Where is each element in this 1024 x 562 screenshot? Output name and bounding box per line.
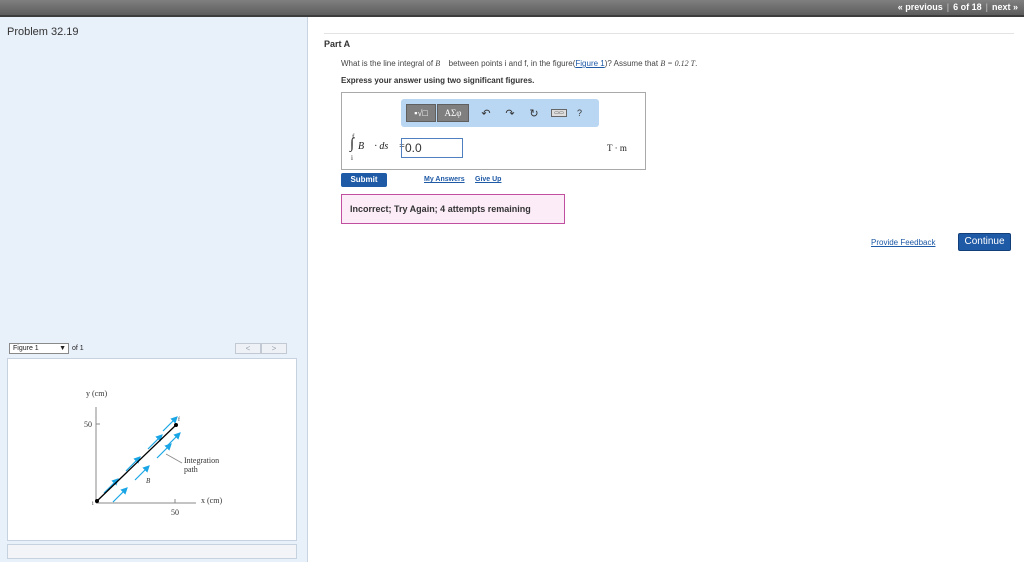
figure-diagram: y (cm) x (cm) 50 50 i f B Integration pa… [84,389,222,517]
answer-unit: T · m [607,143,627,153]
instruction-text: Express your answer using two significan… [341,76,535,85]
figure-select[interactable]: Figure 1 ▼ [9,343,69,354]
y-tick-label: 50 [84,420,92,429]
reset-icon[interactable]: ↻ [527,107,541,120]
undo-icon[interactable]: ↶ [479,107,493,120]
integration-path-line [96,424,177,502]
point-i-label: i [92,501,94,507]
answer-input[interactable]: 0.0 [401,138,463,158]
integral-sign: ∫ [350,136,355,152]
dropdown-arrow-icon: ▼ [59,345,66,352]
previous-link[interactable]: « previous [898,2,943,12]
incorrect-feedback: Incorrect; Try Again; 4 attempts remaini… [341,194,565,224]
continue-button[interactable]: Continue [958,233,1011,251]
separator: | [946,2,950,12]
templates-button[interactable]: ▪√□ [406,104,436,122]
keyboard-icon[interactable]: ▭▭ [551,109,567,117]
question-text: What is the line integral of B⃗ between … [341,59,698,68]
divider [324,33,1014,34]
redo-icon[interactable]: ↷ [503,107,517,120]
figure-count: of 1 [72,345,84,352]
path-label-leader [165,453,183,464]
problem-position: 6 of 18 [953,2,982,12]
main-content: Part A What is the line integral of B⃗ b… [309,17,1024,562]
integration-path-label-line1: Integration [184,456,219,465]
my-answers-link[interactable]: My Answers [424,176,465,183]
integrand: B⃗ · ds⃗ = [358,141,406,152]
figure-link[interactable]: Figure 1 [575,59,604,68]
next-link[interactable]: next » [992,2,1018,12]
greek-symbols-button[interactable]: ΑΣφ [437,104,469,122]
figure-footer [7,544,297,559]
separator: | [985,2,988,12]
give-up-link[interactable]: Give Up [475,176,501,183]
figure-prev-button[interactable]: < [235,343,261,354]
question-pre: What is the line integral of [341,59,434,68]
figure-next-button[interactable]: > [261,343,287,354]
problem-pager: « previous | 6 of 18 | next » [898,2,1018,12]
figure-pager: < > [235,343,287,354]
integration-path-label-line2: path [184,465,198,474]
submit-button[interactable]: Submit [341,173,387,187]
integral-expression: f ∫ i B⃗ · ds⃗ = [350,133,406,163]
point-i [95,499,99,503]
provide-feedback-link[interactable]: Provide Feedback [871,238,935,247]
integration-path-label: Integration path [184,456,221,474]
top-navigation-bar: « previous | 6 of 18 | next » [0,0,1024,17]
point-f-label: f [178,416,180,423]
problem-title: Problem 32.19 [7,26,79,38]
part-title: Part A [324,39,351,49]
math-toolbar: ▪√□ ΑΣφ ↶ ↷ ↻ ▭▭ ? [401,99,599,127]
assume-value: B = 0.12 T [660,59,696,68]
y-axis-label: y (cm) [86,389,107,398]
integral-lower-limit: i [351,154,353,162]
help-icon[interactable]: ? [577,108,582,118]
x-axis-label: x (cm) [201,496,222,505]
magnetic-field-arrows [103,416,181,503]
figure-panel: y (cm) x (cm) 50 50 i f B Integration pa… [7,358,297,541]
question-post: )? Assume that [604,59,659,68]
question-mid: between points i and f, in the figure( [448,59,576,68]
answer-box: ▪√□ ΑΣφ ↶ ↷ ↻ ▭▭ ? f ∫ i B⃗ · ds⃗ = 0.0 … [341,92,646,170]
figure-toolbar: Figure 1 ▼ of 1 < > [7,343,297,356]
field-label: B [146,477,151,485]
vector-b: B⃗ [435,59,447,68]
point-f [174,423,178,427]
x-tick-label: 50 [171,508,179,517]
figure-select-value: Figure 1 [13,345,39,352]
problem-sidebar: Problem 32.19 Figure 1 ▼ of 1 < > y (cm)… [0,17,308,562]
